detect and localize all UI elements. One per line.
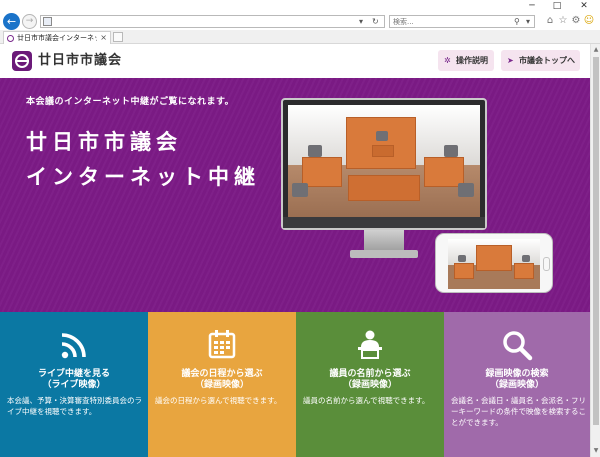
gear-icon: ✲ xyxy=(444,56,451,65)
tile-search-desc: 会議名・会議日・議員名・会派名・フリーキーワードの条件で映像を検索することができ… xyxy=(451,396,586,427)
wifi-icon xyxy=(0,329,148,361)
tile-live-desc: 本会議、予算・決算審査特別委員会のライブ中継を視聴できます。 xyxy=(7,396,142,416)
page-viewport: 廿日市市議会 ✲ 操作説明 ➤ 市議会トップへ 本会議のインターネット中継がご覧… xyxy=(0,44,590,457)
chamber-photo xyxy=(288,105,480,217)
menu-tiles: ライブ中継を見る （ライブ映像） 本会議、予算・決算審査特別委員会のライブ中継を… xyxy=(0,312,590,457)
tile-member-desc: 議員の名前から選んで視聴できます。 xyxy=(303,396,430,405)
tile-search-sub: （録画映像） xyxy=(489,380,544,390)
monitor-stand xyxy=(364,230,404,252)
browser-toolbar: ← → ▾ ↻ ⚲ ▾ ⌂ ☆ ⚙ ☺ xyxy=(0,12,600,30)
speaker-icon xyxy=(296,329,444,361)
chevron-icon: ➤ xyxy=(507,56,514,65)
hero-banner: 本会議のインターネット中継がご覧になれます。 廿日市市議会 インターネット中継 xyxy=(0,78,590,312)
site-title[interactable]: 廿日市市議会 xyxy=(38,52,122,70)
forward-button[interactable]: → xyxy=(22,14,37,29)
scroll-thumb[interactable] xyxy=(593,57,599,425)
phone-home-button xyxy=(543,257,550,271)
forward-arrow-icon: → xyxy=(25,16,34,26)
tile-schedule-sub: （録画映像） xyxy=(194,380,249,390)
tile-member[interactable]: 議員の名前から選ぶ （録画映像） 議員の名前から選んで視聴できます。 xyxy=(296,312,444,457)
tile-member-sub: （録画映像） xyxy=(342,380,397,390)
home-icon[interactable]: ⌂ xyxy=(544,15,556,27)
magnifier-icon xyxy=(444,329,590,361)
scroll-up-icon[interactable]: ▲ xyxy=(592,46,600,54)
back-button[interactable]: ← xyxy=(3,13,20,30)
tile-live[interactable]: ライブ中継を見る （ライブ映像） 本会議、予算・決算審査特別委員会のライブ中継を… xyxy=(0,312,148,457)
operation-guide-button[interactable]: ✲ 操作説明 xyxy=(438,50,494,71)
scroll-down-icon[interactable]: ▼ xyxy=(592,447,600,455)
address-bar[interactable]: ▾ ↻ xyxy=(40,15,385,28)
tab-title: 廿日市市議会インターネット議... xyxy=(17,34,97,42)
refresh-icon[interactable]: ↻ xyxy=(372,16,379,27)
vertical-scrollbar[interactable]: ▲ ▼ xyxy=(590,44,600,457)
title-bar: ─ □ ✕ xyxy=(0,0,600,12)
council-top-label: 市議会トップへ xyxy=(519,56,575,65)
tab-row: 廿日市市議会インターネット議... × xyxy=(0,30,600,44)
tab-close-icon[interactable]: × xyxy=(100,32,107,43)
site-header: 廿日市市議会 ✲ 操作説明 ➤ 市議会トップへ xyxy=(0,44,590,78)
browser-window: ─ □ ✕ ← → ▾ ↻ ⚲ ▾ ⌂ ☆ ⚙ ☺ 廿日市市議会インターネット議… xyxy=(0,0,600,457)
operation-guide-label: 操作説明 xyxy=(456,56,488,65)
minimize-button[interactable]: ─ xyxy=(521,0,543,12)
hero-subtitle: 本会議のインターネット中継がご覧になれます。 xyxy=(26,97,235,107)
search-input[interactable] xyxy=(393,16,511,27)
page-favicon-icon xyxy=(43,17,52,26)
tab-favicon-icon xyxy=(7,35,14,42)
address-dropdown-icon[interactable]: ▾ xyxy=(359,16,363,27)
hero-title-line2: インターネット中継 xyxy=(26,165,260,189)
city-emblem-icon[interactable] xyxy=(12,51,32,71)
tile-search[interactable]: 録画映像の検索 （録画映像） 会議名・会議日・議員名・会派名・フリーキーワードの… xyxy=(444,312,590,457)
tile-schedule-desc: 議会の日程から選んで視聴できます。 xyxy=(155,396,282,405)
search-magnifier-icon[interactable]: ⚲ xyxy=(514,16,520,27)
tile-schedule[interactable]: 議会の日程から選ぶ （録画映像） 議会の日程から選んで視聴できます。 xyxy=(148,312,296,457)
search-box[interactable]: ⚲ ▾ xyxy=(389,15,535,28)
search-dropdown-icon[interactable]: ▾ xyxy=(526,16,530,27)
monitor-base xyxy=(350,250,418,258)
phone-chamber-photo xyxy=(448,239,540,289)
tile-live-sub: （ライブ映像） xyxy=(42,380,106,390)
back-arrow-icon: ← xyxy=(6,15,17,28)
feedback-smiley-icon[interactable]: ☺ xyxy=(583,15,595,27)
calendar-icon xyxy=(148,329,296,361)
monitor-illustration xyxy=(281,98,487,230)
smartphone-illustration xyxy=(435,233,553,293)
maximize-button[interactable]: □ xyxy=(546,0,568,12)
new-tab-button[interactable] xyxy=(113,32,123,42)
hero-title-line1: 廿日市市議会 xyxy=(26,130,182,154)
council-top-button[interactable]: ➤ 市議会トップへ xyxy=(501,50,580,71)
favorites-star-icon[interactable]: ☆ xyxy=(557,15,569,27)
tab-active[interactable]: 廿日市市議会インターネット議... × xyxy=(3,31,111,44)
settings-gear-icon[interactable]: ⚙ xyxy=(570,15,582,27)
close-window-button[interactable]: ✕ xyxy=(573,0,595,12)
